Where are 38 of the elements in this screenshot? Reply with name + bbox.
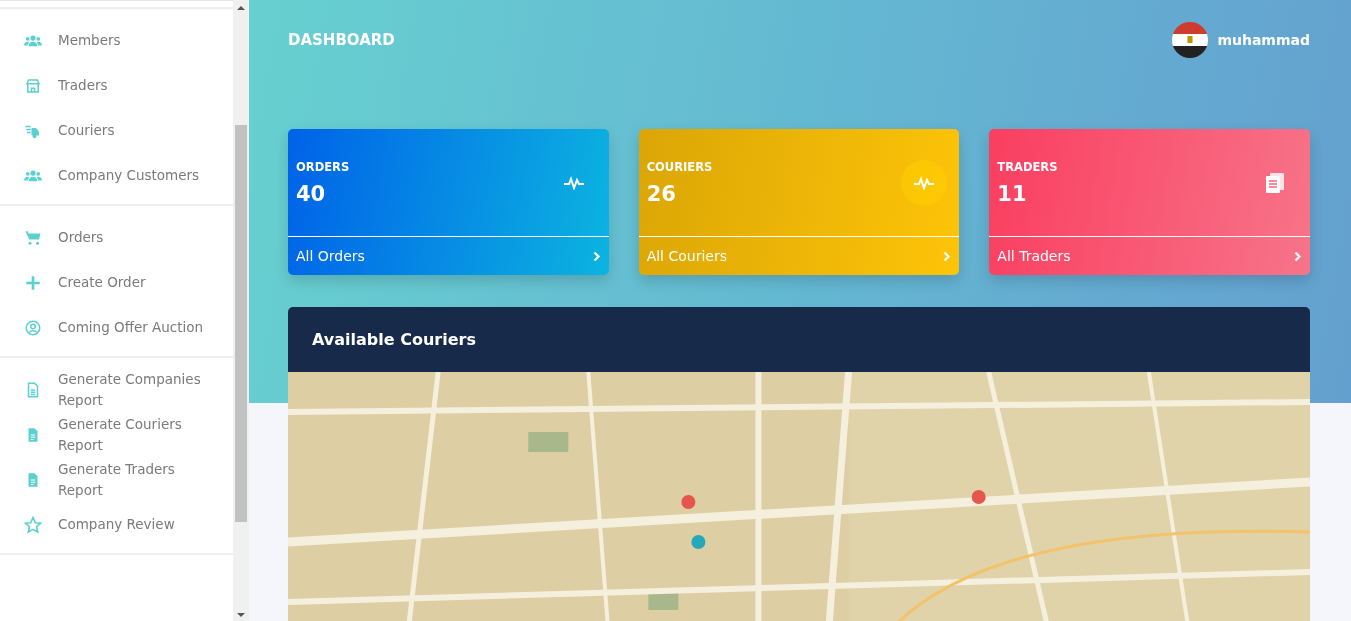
page-title: DASHBOARD — [288, 31, 395, 49]
scrollbar[interactable] — [233, 0, 249, 621]
sidebar-item[interactable]: Generate Couriers Report — [0, 412, 233, 457]
chevron-right-icon — [592, 250, 601, 262]
sidebar-item[interactable]: Members — [0, 18, 233, 63]
chevron-right-icon — [1294, 250, 1302, 262]
star-icon — [24, 515, 42, 534]
plus-icon — [24, 273, 42, 292]
sidebar-item[interactable]: Company Review — [0, 502, 233, 547]
sidebar-item[interactable]: Couriers — [0, 108, 233, 153]
pulse-icon — [562, 175, 585, 190]
user-name[interactable]: muhammad — [1217, 32, 1310, 48]
panel-title: Available Couriers — [312, 330, 476, 349]
sidebar-item[interactable]: Generate Traders Report — [0, 457, 233, 502]
sidebar-item[interactable]: Company Customers — [0, 153, 233, 198]
store-icon — [24, 76, 42, 95]
stat-title: COURIERS — [646, 159, 713, 174]
sidebar-item[interactable]: Create Order — [0, 260, 233, 305]
sidebar-item[interactable]: Coming Offer Auction — [0, 305, 233, 350]
cart-icon — [24, 228, 42, 247]
scroll-up-icon[interactable] — [237, 5, 245, 11]
scroll-down-icon[interactable] — [237, 612, 245, 618]
scrollbar-thumb[interactable] — [235, 125, 247, 522]
stat-link[interactable]: All Orders — [288, 237, 609, 275]
flag-avatar-icon[interactable] — [1172, 22, 1209, 58]
stat-count: 11 — [997, 181, 1028, 206]
stat-title: ORDERS — [296, 159, 350, 174]
sidebar-item[interactable]: Generate Companies Report — [0, 367, 233, 412]
stat-link[interactable]: All Traders — [989, 237, 1310, 275]
document-icon — [1265, 171, 1285, 194]
stat-count: 40 — [296, 181, 327, 206]
stat-count: 26 — [646, 181, 677, 206]
sidebar-item[interactable]: Orders — [0, 215, 233, 260]
user-circle-icon — [24, 318, 42, 337]
pulse-icon — [913, 175, 936, 190]
chevron-right-icon — [943, 250, 952, 262]
stat-title: TRADERS — [997, 159, 1058, 174]
sidebar-item[interactable]: Traders — [0, 63, 233, 108]
